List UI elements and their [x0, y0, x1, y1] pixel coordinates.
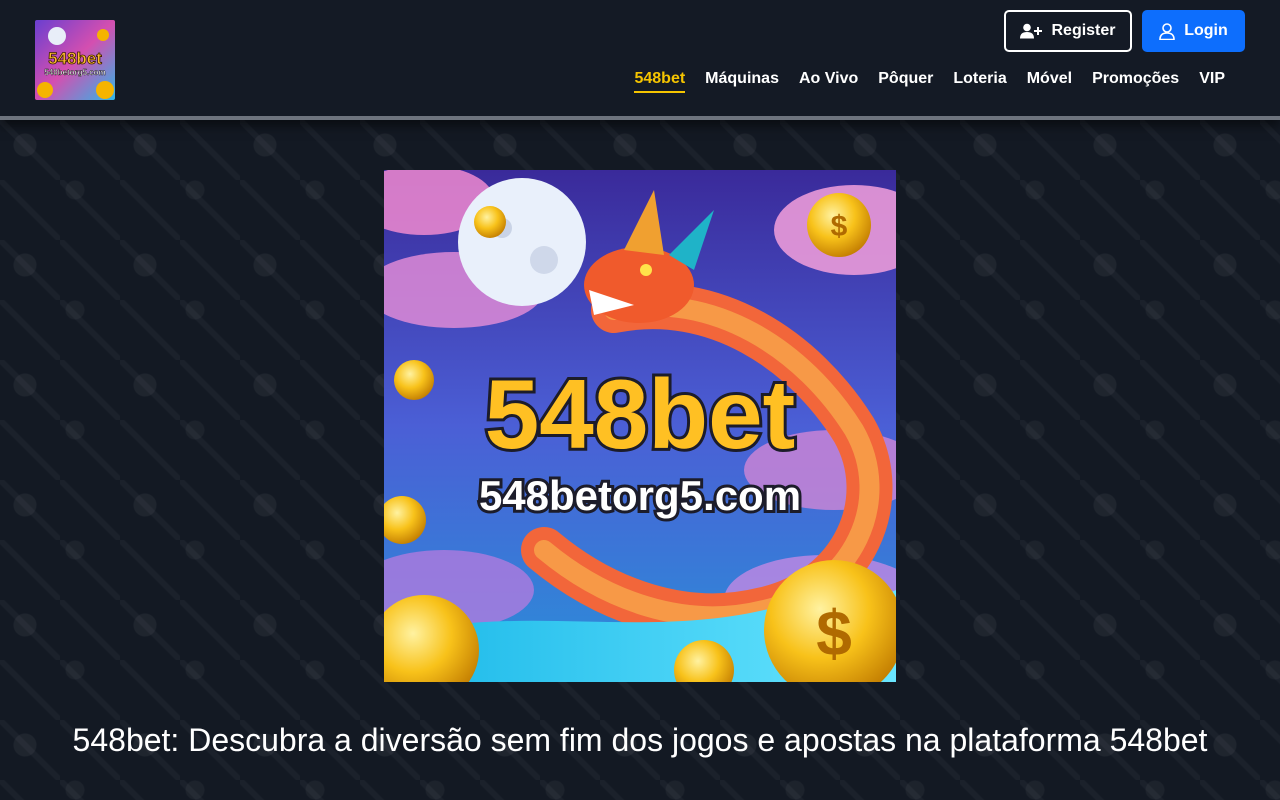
login-button[interactable]: Login — [1142, 10, 1245, 52]
svg-text:$: $ — [831, 210, 848, 243]
nav-item-poquer[interactable]: Pôquer — [878, 70, 933, 93]
user-icon — [1159, 22, 1176, 40]
nav-item-vip[interactable]: VIP — [1199, 70, 1225, 93]
site-header: 548bet 548betorg5.com Register Login 548… — [0, 0, 1280, 120]
nav-item-promocoes[interactable]: Promoções — [1092, 70, 1179, 93]
user-plus-icon — [1020, 23, 1043, 39]
page-headline: 548bet: Descubra a diversão sem fim dos … — [72, 722, 1208, 758]
nav-item-maquinas[interactable]: Máquinas — [705, 70, 779, 93]
hero-banner-image: $ $ 548bet 548betorg5.com — [384, 170, 896, 682]
svg-text:548betorg5.com: 548betorg5.com — [479, 472, 801, 519]
svg-text:548bet: 548bet — [485, 359, 796, 469]
svg-text:548bet: 548bet — [48, 49, 102, 68]
site-logo[interactable]: 548bet 548betorg5.com — [35, 20, 115, 100]
nav-item-548bet[interactable]: 548bet — [634, 70, 686, 93]
register-label: Register — [1051, 22, 1116, 39]
nav-item-movel[interactable]: Móvel — [1027, 70, 1072, 93]
nav-item-ao-vivo[interactable]: Ao Vivo — [799, 70, 858, 93]
main-nav: 548bet Máquinas Ao Vivo Pôquer Loteria M… — [634, 70, 1225, 93]
svg-text:$: $ — [816, 597, 852, 669]
login-label: Login — [1184, 22, 1228, 39]
nav-item-loteria[interactable]: Loteria — [953, 70, 1006, 93]
register-button[interactable]: Register — [1004, 10, 1132, 52]
svg-text:548betorg5.com: 548betorg5.com — [44, 68, 105, 77]
